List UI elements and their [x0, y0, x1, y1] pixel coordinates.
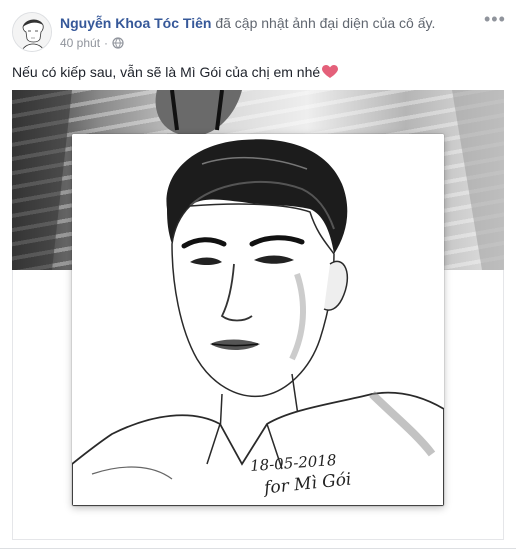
feed-post: Nguyễn Khoa Tóc Tiên đã cập nhật ảnh đại… [0, 0, 516, 554]
meta-separator: · [104, 36, 109, 50]
post-header: Nguyễn Khoa Tóc Tiên đã cập nhật ảnh đại… [60, 14, 435, 32]
post-timestamp-link[interactable]: 40 phút [60, 36, 100, 50]
signature-overlay: 18-05-2018 for Mì Gói [72, 134, 444, 506]
signature-name: for Mì Gói [263, 469, 353, 499]
author-avatar[interactable] [12, 12, 52, 52]
heart-icon [322, 65, 339, 78]
post-meta: 40 phút · [60, 36, 124, 50]
post-caption: Nếu có kiếp sau, vẫn sẽ là Mì Gói của ch… [12, 64, 339, 80]
globe-icon[interactable] [112, 37, 124, 49]
caption-text: Nếu có kiếp sau, vẫn sẽ là Mì Gói của ch… [12, 64, 321, 80]
more-options-icon[interactable]: ••• [484, 10, 505, 28]
profile-picture[interactable]: 18-05-2018 for Mì Gói [72, 134, 444, 506]
avatar-sketch-icon [13, 13, 51, 51]
post-action-text: đã cập nhật ảnh đại diện của cô ấy. [215, 15, 436, 31]
post-divider [0, 548, 516, 549]
author-name-link[interactable]: Nguyễn Khoa Tóc Tiên [60, 15, 211, 31]
